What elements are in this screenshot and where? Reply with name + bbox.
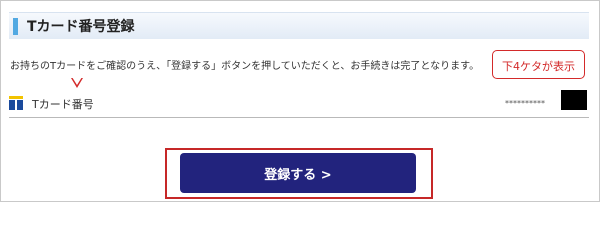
tcard-number-row: Tカード番号 ********** <box>9 89 589 118</box>
masked-card-number: ********** <box>505 99 545 108</box>
callout-text: 下4ケタが表示 <box>502 60 575 73</box>
section-header: Tカード番号登録 <box>9 12 589 39</box>
header-accent-bar <box>13 18 18 35</box>
page-title: Tカード番号登録 <box>27 19 135 35</box>
instruction-text: お持ちのTカードをご確認のうえ、「登録する」ボタンを押していただくと、お手続きは… <box>10 61 480 72</box>
register-button[interactable]: 登録する > <box>180 153 416 193</box>
annotation-callout: 下4ケタが表示 <box>492 50 585 79</box>
last-four-digits-redacted <box>561 90 587 110</box>
tcard-number-label: Tカード番号 <box>32 98 94 111</box>
t-card-icon <box>9 96 23 110</box>
callout-pointer-inner <box>72 77 82 85</box>
